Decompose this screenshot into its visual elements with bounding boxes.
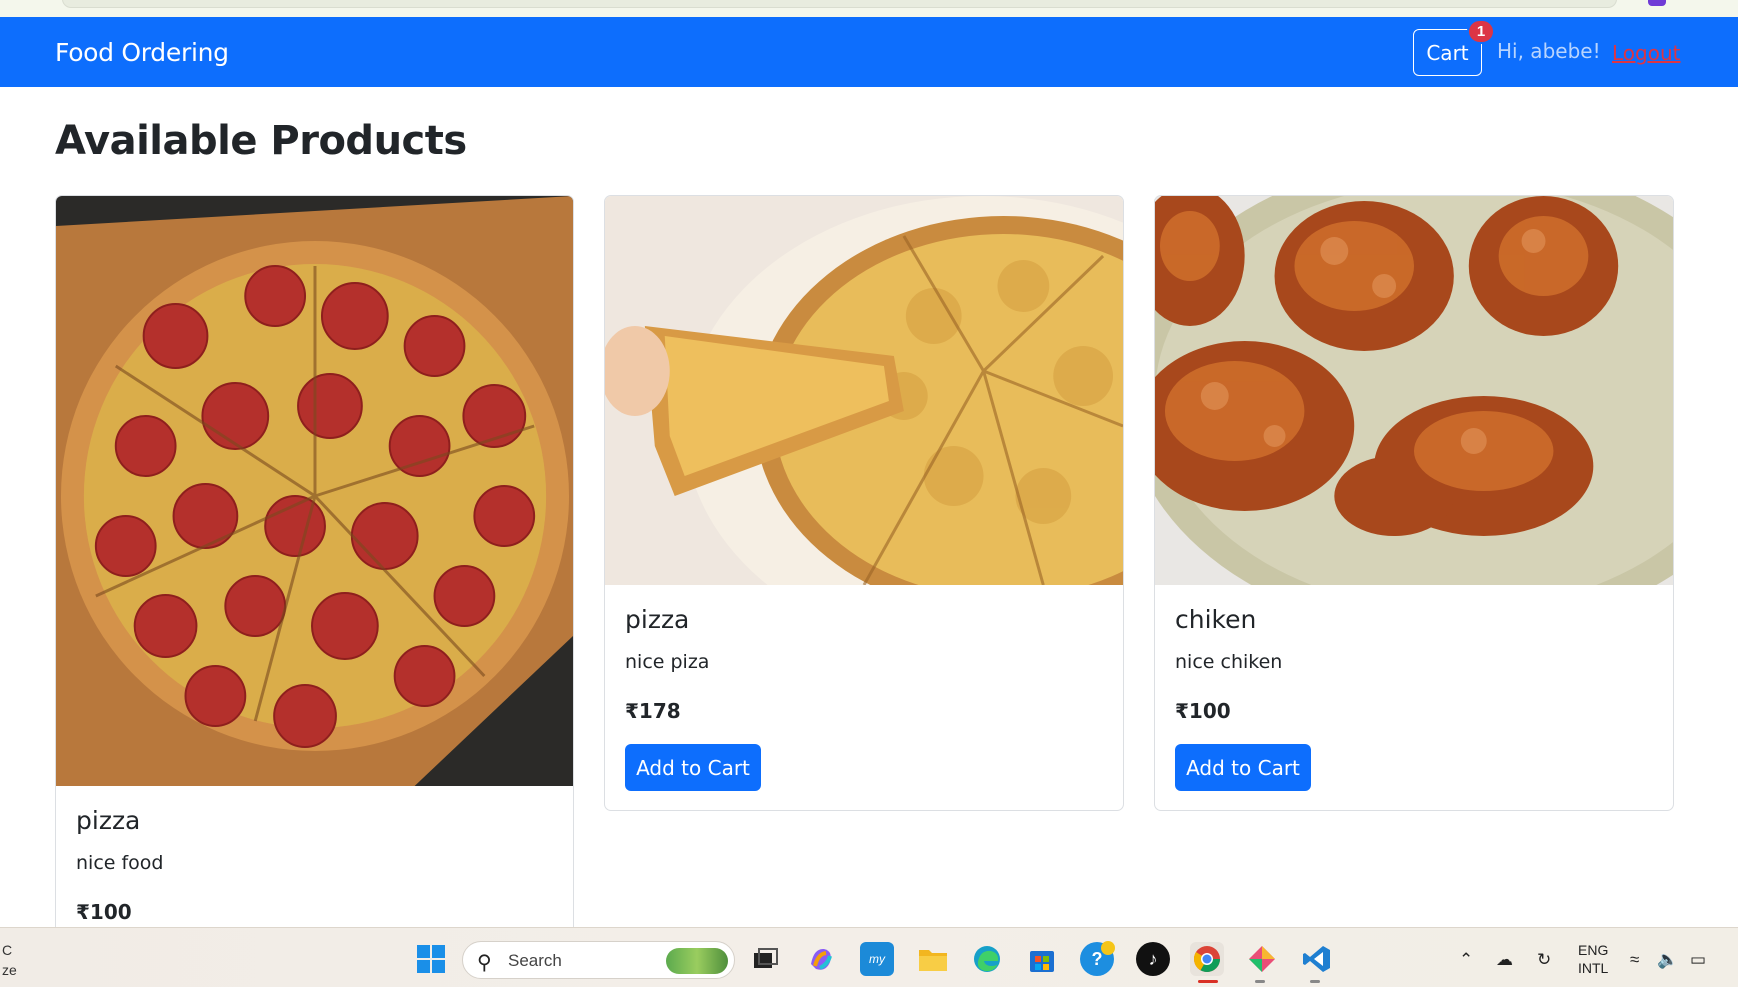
cloud-offline-icon[interactable]: ☁ — [1496, 950, 1513, 970]
sync-icon[interactable]: ↻ — [1537, 950, 1551, 970]
file-explorer-icon[interactable] — [916, 942, 950, 976]
windows-start-icon[interactable] — [414, 942, 448, 976]
vscode-icon[interactable] — [1300, 942, 1334, 976]
tiktok-icon[interactable]: ♪ — [1136, 942, 1170, 976]
cart-count-badge: 1 — [1467, 19, 1495, 44]
taskbar: C ze ⚲ Search my ? ♪ ⌃ ☁ ↻ ENG INTL ≈ 🔈 … — [0, 927, 1738, 987]
language-code: ENG — [1578, 942, 1609, 958]
product-price: ₹178 — [625, 699, 681, 723]
product-price: ₹100 — [76, 900, 132, 924]
chrome-active-indicator — [1198, 980, 1218, 983]
wifi-icon[interactable]: ≈ — [1630, 950, 1639, 970]
extension-icon[interactable] — [1648, 0, 1666, 6]
keyboard-layout: INTL — [1578, 960, 1609, 976]
browser-top-strip — [0, 0, 1738, 17]
product-description: nice chiken — [1175, 651, 1283, 673]
tool-icon[interactable] — [1245, 942, 1279, 976]
product-card: pizza nice food ₹100 — [55, 195, 574, 955]
copilot-icon[interactable] — [804, 942, 838, 976]
weather-widget[interactable]: C ze — [2, 940, 17, 980]
store-icon[interactable] — [1025, 942, 1059, 976]
fried-chicken-image — [1155, 196, 1673, 585]
search-highlight-image — [666, 948, 728, 974]
add-to-cart-button[interactable]: Add to Cart — [625, 744, 761, 791]
product-card: pizza nice piza ₹178 Add to Cart — [604, 195, 1124, 811]
address-bar[interactable] — [62, 0, 1617, 8]
navbar: Food Ordering Cart 1 Hi, abebe! Logout — [0, 17, 1738, 87]
volume-icon[interactable]: 🔈 — [1657, 950, 1678, 970]
product-description: nice food — [76, 852, 164, 874]
product-card: chiken nice chiken ₹100 Add to Cart — [1154, 195, 1674, 811]
myhp-icon[interactable]: my — [860, 942, 894, 976]
edge-icon[interactable] — [970, 942, 1004, 976]
add-to-cart-button[interactable]: Add to Cart — [1175, 744, 1311, 791]
tool-running-indicator — [1255, 980, 1265, 983]
weather-temp: C — [2, 942, 13, 958]
notification-dot — [1101, 941, 1115, 955]
chevron-up-icon[interactable]: ⌃ — [1459, 950, 1473, 970]
pepperoni-pizza-image — [56, 196, 573, 786]
chrome-icon[interactable] — [1190, 942, 1224, 976]
product-price: ₹100 — [1175, 699, 1231, 723]
weather-desc: ze — [2, 962, 17, 978]
search-placeholder: Search — [508, 951, 562, 970]
cheese-pizza-image — [605, 196, 1123, 585]
product-name: chiken — [1175, 605, 1257, 634]
product-name: pizza — [76, 806, 141, 835]
search-icon: ⚲ — [477, 952, 492, 974]
taskbar-search[interactable]: ⚲ Search — [462, 941, 735, 979]
product-description: nice piza — [625, 651, 710, 673]
page-title: Available Products — [55, 118, 467, 164]
product-name: pizza — [625, 605, 690, 634]
logout-link[interactable]: Logout — [1612, 41, 1680, 65]
brand-link[interactable]: Food Ordering — [55, 38, 229, 67]
battery-icon[interactable]: ▭ — [1690, 950, 1706, 970]
vscode-running-indicator — [1310, 980, 1320, 983]
task-view-icon[interactable] — [748, 942, 782, 976]
user-greeting: Hi, abebe! — [1497, 39, 1601, 63]
language-indicator[interactable]: ENG INTL — [1578, 941, 1608, 977]
